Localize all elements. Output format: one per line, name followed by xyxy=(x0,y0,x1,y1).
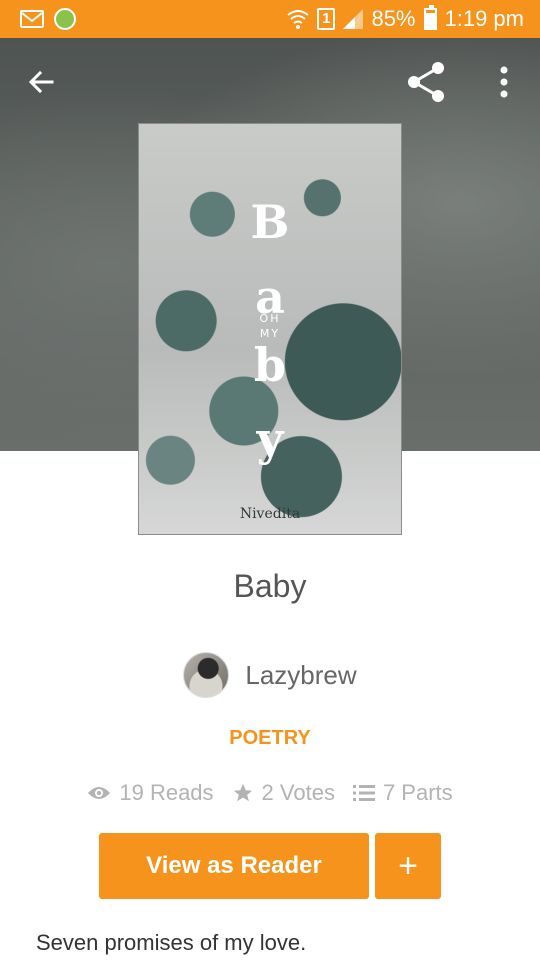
star-icon xyxy=(233,783,252,802)
author-row[interactable]: Lazybrew xyxy=(0,652,540,698)
sim-indicator: 1 xyxy=(317,8,336,30)
mail-icon xyxy=(20,10,44,28)
cover-letter: B xyxy=(250,195,290,249)
author-name[interactable]: Lazybrew xyxy=(245,660,356,691)
list-icon xyxy=(352,785,375,801)
cover-letter: y xyxy=(256,412,284,466)
view-as-reader-button[interactable]: View as Reader xyxy=(99,833,369,899)
story-title: Baby xyxy=(233,568,307,604)
more-vertical-icon xyxy=(500,66,508,98)
cover-author-text: Nivedita xyxy=(239,506,301,522)
cover-letter: b xyxy=(253,338,287,392)
clock: 1:19 pm xyxy=(444,6,525,31)
parts-stat: 7 Parts xyxy=(352,780,453,806)
cover-small-text: OH xyxy=(259,312,281,325)
story-description: Seven promises of my love. xyxy=(36,930,307,955)
avatar[interactable] xyxy=(183,652,230,698)
battery-icon xyxy=(423,5,437,30)
back-button[interactable] xyxy=(22,62,62,102)
status-bar: 1 85% 1:19 pm xyxy=(0,0,540,38)
app-notification-icon xyxy=(54,8,76,30)
wifi-icon xyxy=(287,10,309,29)
reads-count: 19 Reads xyxy=(119,780,214,805)
add-to-library-button[interactable]: + xyxy=(375,833,441,899)
votes-stat: 2 Votes xyxy=(232,780,335,806)
parts-count: 7 Parts xyxy=(382,780,453,805)
reads-stat: 19 Reads xyxy=(87,780,214,806)
eye-icon xyxy=(88,787,111,799)
votes-count: 2 Votes xyxy=(261,780,335,805)
signal-icon xyxy=(343,9,364,29)
share-button[interactable] xyxy=(404,60,448,104)
back-arrow-icon xyxy=(28,70,54,94)
book-cover[interactable]: B a OH MY b y Nivedita xyxy=(138,123,402,535)
battery-percent: 85% xyxy=(371,6,416,31)
toolbar xyxy=(0,38,540,122)
more-options-button[interactable] xyxy=(490,62,518,102)
share-icon xyxy=(408,62,444,102)
story-stats: 19 Reads 2 Votes 7 Parts xyxy=(0,780,540,806)
category-label[interactable]: POETRY xyxy=(0,727,540,750)
